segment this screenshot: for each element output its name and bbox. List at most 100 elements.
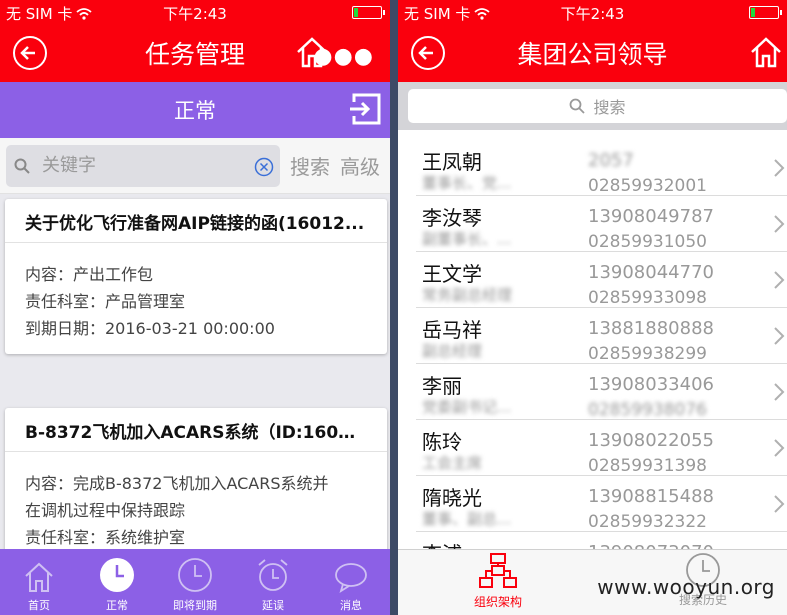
- alarm-icon: [258, 559, 288, 591]
- contact-phone: 13908044770: [588, 262, 714, 283]
- contact-office-phone: 02859931050: [588, 232, 707, 252]
- tab-delayed[interactable]: 延误: [234, 549, 312, 615]
- list-item[interactable]: 陈玲 工会主席 13908022055 02859931398: [416, 420, 787, 476]
- list-item[interactable]: 王凤朝 董事长、党... 2057 02859932001: [416, 140, 787, 196]
- more-icon[interactable]: ●●●: [313, 44, 374, 69]
- contact-office-phone: 02859938076: [588, 400, 707, 420]
- status-tab-header: 正常: [0, 82, 390, 138]
- contact-phone: 13908049787: [588, 206, 714, 227]
- chevron-right-icon: [774, 383, 785, 401]
- chevron-right-icon: [774, 215, 785, 233]
- search-box[interactable]: [6, 144, 280, 187]
- clear-icon[interactable]: [254, 157, 274, 177]
- chevron-right-icon: [774, 271, 785, 289]
- tab-normal[interactable]: 正常: [78, 549, 156, 615]
- chevron-right-icon: [774, 495, 785, 513]
- search-row: 搜索: [398, 82, 787, 130]
- home-icon: [25, 562, 53, 592]
- search-placeholder: 搜索: [593, 98, 626, 117]
- org-chart-icon: [479, 553, 517, 588]
- contact-name: 王凤朝: [422, 150, 482, 174]
- task-card[interactable]: 关于优化飞行准备网AIP链接的函(16012... 内容：产出工作包 责任科室：…: [5, 199, 387, 354]
- search-row: 搜索 高级: [0, 138, 390, 194]
- task-content: 内容：完成B-8372飞机加入ACARS系统并: [25, 474, 329, 493]
- page-title: 集团公司领导: [517, 40, 668, 69]
- contact-phone: 13908033406: [588, 374, 714, 395]
- task-management-screen: 无 SIM 卡 下午2:43 任务管理 ●●● 正常 搜索 高级 关于优化飞行准…: [0, 0, 390, 615]
- contact-name: 隋晓光: [422, 486, 482, 510]
- task-title: B-8372飞机加入ACARS系统（ID:16031...: [5, 408, 387, 452]
- nav-bar: 任务管理 ●●●: [0, 24, 390, 82]
- tab-org-chart[interactable]: 组织架构: [438, 552, 558, 610]
- search-icon: [14, 158, 30, 174]
- nav-bar: 集团公司领导: [398, 24, 787, 82]
- home-button[interactable]: [748, 34, 784, 76]
- logout-icon: [348, 93, 381, 125]
- contact-phone: 13908022055: [588, 430, 714, 451]
- tab-home[interactable]: 首页: [0, 549, 78, 615]
- tab-label: 正常: [174, 99, 216, 123]
- back-button[interactable]: [411, 36, 445, 70]
- bottom-tab-bar: 首页 正常 即将到期 延误 消息: [0, 549, 390, 615]
- search-box[interactable]: 搜索: [408, 89, 787, 123]
- clock-outline-icon: [178, 558, 212, 592]
- contact-list: 王凤朝 董事长、党... 2057 02859932001 李汝琴 副董事长、.…: [416, 140, 787, 588]
- battery-icon: [749, 6, 782, 19]
- page-title: 任务管理: [144, 40, 245, 69]
- contact-name: 李丽: [422, 374, 462, 398]
- contact-title: 工会主席: [422, 454, 483, 472]
- contact-name: 王文学: [422, 262, 482, 286]
- watermark: www.wooyun.org: [597, 575, 775, 599]
- advanced-button[interactable]: 高级: [340, 151, 380, 180]
- contact-title: 董事长、党...: [422, 174, 512, 192]
- battery-icon: [352, 6, 385, 19]
- contact-office-phone: 02859938299: [588, 344, 707, 364]
- contact-title: 副董事长、...: [422, 230, 512, 248]
- status-bar: 无 SIM 卡 下午2:43: [398, 0, 787, 24]
- list-item[interactable]: 李丽 党委副书记... 13908033406 02859938076: [416, 364, 787, 420]
- tab-due-soon[interactable]: 即将到期: [156, 549, 234, 615]
- contact-title: 副总经理: [422, 342, 483, 360]
- home-icon: [751, 37, 781, 68]
- chevron-right-icon: [774, 159, 785, 177]
- contact-name: 李汝琴: [422, 206, 482, 230]
- list-item[interactable]: 王文学 常务副总经理 13908044770 02859933098: [416, 252, 787, 308]
- search-button[interactable]: 搜索: [290, 151, 330, 180]
- task-content-cont: 在调机过程中保持跟踪: [25, 501, 186, 520]
- search-icon: [570, 98, 586, 114]
- tab-messages[interactable]: 消息: [312, 549, 390, 615]
- back-button[interactable]: [13, 36, 47, 70]
- chevron-right-icon: [774, 439, 785, 457]
- status-time: 下午2:43: [163, 5, 227, 23]
- clock-icon: [100, 558, 134, 592]
- tab-label: 组织架构: [473, 595, 522, 609]
- contact-office-phone: 02859932322: [588, 512, 707, 532]
- task-due-date: 到期日期：2016-03-21 00:00:00: [25, 319, 275, 338]
- group-leaders-screen: 无 SIM 卡 下午2:43 集团公司领导 搜索 王凤朝 董事长、党... 20…: [398, 0, 787, 615]
- contact-phone: 2057: [588, 150, 634, 171]
- keyword-input[interactable]: [42, 155, 232, 176]
- contact-title: 董事、副总...: [422, 510, 512, 528]
- status-bar: 无 SIM 卡 下午2:43: [0, 0, 390, 24]
- chat-bubble-icon: [335, 563, 367, 593]
- list-item[interactable]: 隋晓光 董事、副总... 13908815488 02859932322: [416, 476, 787, 532]
- contact-title: 常务副总经理: [422, 286, 513, 304]
- screen-divider: [390, 0, 398, 615]
- contact-phone: 13908815488: [588, 486, 714, 507]
- arrow-left-icon: [20, 46, 35, 60]
- contact-name: 陈玲: [422, 430, 462, 454]
- task-title: 关于优化飞行准备网AIP链接的函(16012...: [5, 199, 387, 243]
- exit-button[interactable]: [348, 92, 382, 131]
- status-time: 下午2:43: [560, 5, 625, 23]
- list-item[interactable]: 岳马祥 副总经理 13881880888 02859938299: [416, 308, 787, 364]
- task-card[interactable]: B-8372飞机加入ACARS系统（ID:16031... 内容：完成B-837…: [5, 408, 387, 568]
- task-department: 责任科室：系统维护室: [25, 528, 186, 547]
- task-department: 责任科室：产品管理室: [25, 292, 186, 311]
- chevron-right-icon: [774, 327, 785, 345]
- contact-office-phone: 02859931398: [588, 456, 707, 476]
- contact-office-phone: 02859932001: [588, 176, 707, 196]
- task-content: 内容：产出工作包: [25, 265, 154, 284]
- arrow-left-icon: [418, 46, 433, 60]
- list-item[interactable]: 李汝琴 副董事长、... 13908049787 02859931050: [416, 196, 787, 252]
- contact-name: 岳马祥: [422, 318, 482, 342]
